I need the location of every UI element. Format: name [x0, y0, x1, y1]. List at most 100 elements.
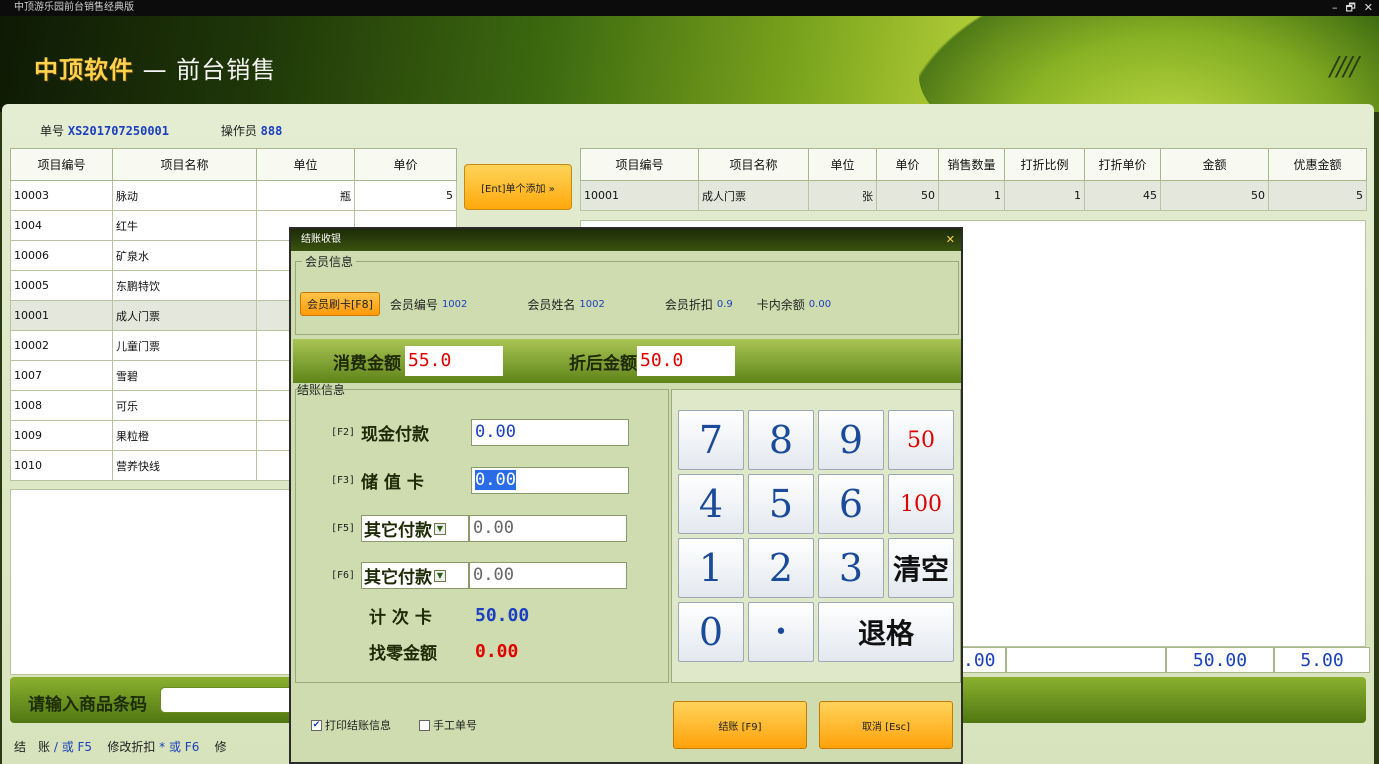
- other-pay-label-1: 其它付款: [364, 521, 432, 541]
- settle-hint: 结 账: [14, 740, 51, 754]
- member-swipe-button[interactable]: 会员刷卡[F8]: [300, 292, 380, 316]
- other-pay-input-2[interactable]: 0.00: [469, 562, 627, 589]
- col-header[interactable]: 销售数量: [938, 148, 1005, 181]
- col-header[interactable]: 金额: [1160, 148, 1269, 181]
- other-pay-row-2: [F6] 其它付款 ▼ 0.00: [331, 562, 627, 589]
- close-icon[interactable]: ✕: [1364, 0, 1373, 16]
- col-header[interactable]: 项目编号: [10, 148, 113, 181]
- count-card-label: 计 次 卡: [369, 608, 432, 628]
- key-0[interactable]: 0: [678, 602, 744, 662]
- banner-title: 中顶软件 — 前台销售: [34, 50, 276, 85]
- other-pay-label-2: 其它付款: [364, 568, 432, 588]
- col-header[interactable]: 打折单价: [1084, 148, 1161, 181]
- key-backspace[interactable]: 退格: [818, 602, 954, 662]
- cell: 1004: [10, 210, 113, 241]
- key-100[interactable]: 100: [888, 474, 954, 534]
- modify-hint: 修: [214, 740, 227, 754]
- cell: 5: [354, 180, 457, 211]
- cell: 雪碧: [112, 360, 257, 391]
- restore-icon[interactable]: 🗗: [1345, 0, 1355, 16]
- other-pay-select-1[interactable]: 其它付款 ▼: [361, 515, 469, 542]
- key-dot[interactable]: •: [748, 602, 814, 662]
- key-8[interactable]: 8: [748, 410, 814, 470]
- dialog-footer: ✔ 打印结账信息 手工单号 结账 [F9] 取消 [Esc]: [293, 685, 961, 761]
- other1-key: [F5]: [331, 523, 356, 534]
- member-info-group: 会员信息 会员刷卡[F8] 会员编号 1002 会员姓名 1002 会员折扣 0…: [295, 253, 959, 335]
- member-no-value: 1002: [441, 298, 468, 310]
- order-info: 单号 XS201707250001 操作员 888: [40, 122, 330, 139]
- cancel-button[interactable]: 取消 [Esc]: [819, 701, 953, 749]
- stored-card-input[interactable]: 0.00: [471, 467, 629, 494]
- key-clear[interactable]: 清空: [888, 538, 954, 598]
- change-value: 0.00: [475, 641, 519, 662]
- col-header[interactable]: 单价: [876, 148, 939, 181]
- col-header[interactable]: 单位: [256, 148, 355, 181]
- settle-hint-key: / 或 F5: [53, 740, 93, 754]
- key-1[interactable]: 1: [678, 538, 744, 598]
- col-header[interactable]: 项目名称: [698, 148, 809, 181]
- chevron-down-icon: ▼: [434, 522, 446, 535]
- cell: 50: [876, 180, 939, 211]
- table-row[interactable]: 10001 成人门票 张 50 1 1 45 50 5: [580, 180, 1367, 211]
- key-50[interactable]: 50: [888, 410, 954, 470]
- minimize-icon[interactable]: –: [1332, 0, 1338, 16]
- other-pay-select-2[interactable]: 其它付款 ▼: [361, 562, 469, 589]
- cash-label: 现金付款: [361, 425, 429, 445]
- cell: 10003: [10, 180, 113, 211]
- member-discount-label: 会员折扣: [664, 297, 713, 312]
- key-4[interactable]: 4: [678, 474, 744, 534]
- cash-input[interactable]: 0.00: [471, 419, 629, 446]
- cell: 瓶: [256, 180, 355, 211]
- stored-card-label: 储 值 卡: [361, 473, 424, 493]
- col-header[interactable]: 项目名称: [112, 148, 257, 181]
- totals-row: .00 50.00 5.00: [960, 647, 1370, 675]
- print-checkbox[interactable]: ✔ 打印结账信息: [311, 717, 391, 733]
- window-title: 中顶游乐园前台销售经典版: [14, 2, 134, 13]
- shortcut-hints: 结 账 / 或 F5 修改折扣 * 或 F6 修: [14, 738, 227, 755]
- amount-bar: 消费金额 55.0 折后金额 50.0: [293, 339, 961, 383]
- member-legend: 会员信息: [302, 253, 357, 270]
- manual-no-checkbox[interactable]: 手工单号: [419, 717, 477, 733]
- cash-pay-row: [F2] 现金付款 0.00: [331, 419, 629, 446]
- dialog-title: 结账收银: [301, 234, 341, 245]
- cell: 5: [1268, 180, 1367, 211]
- key-5[interactable]: 5: [748, 474, 814, 534]
- col-header[interactable]: 优惠金额: [1268, 148, 1367, 181]
- cell: 10001: [580, 180, 699, 211]
- consume-amount-label: 消费金额: [333, 353, 401, 374]
- key-6[interactable]: 6: [818, 474, 884, 534]
- after-discount-label: 折后金额: [569, 353, 637, 374]
- manual-no-label: 手工单号: [433, 719, 477, 732]
- table-row[interactable]: 10003 脉动瓶 5: [10, 180, 457, 211]
- col-header[interactable]: 单价: [354, 148, 457, 181]
- col-header[interactable]: 单位: [808, 148, 877, 181]
- cell: 果粒橙: [112, 420, 257, 451]
- key-9[interactable]: 9: [818, 410, 884, 470]
- stored-card-value: 0.00: [475, 470, 516, 490]
- checkbox-unchecked-icon: [419, 719, 430, 731]
- key-2[interactable]: 2: [748, 538, 814, 598]
- change-row: 找零金额 0.00: [369, 639, 518, 664]
- barcode-input[interactable]: [160, 687, 300, 713]
- dialog-close-icon[interactable]: ✕: [946, 229, 955, 251]
- confirm-settle-button[interactable]: 结账 [F9]: [673, 701, 807, 749]
- cell: 红牛: [112, 210, 257, 241]
- cell: 10006: [10, 240, 113, 271]
- discount-hint: 修改折扣: [107, 740, 156, 754]
- add-single-button[interactable]: [Ent]单个添加 »: [464, 164, 572, 210]
- total-qty: .00: [960, 647, 1006, 673]
- cell: 1008: [10, 390, 113, 421]
- col-header[interactable]: 打折比例: [1004, 148, 1085, 181]
- cell: 1009: [10, 420, 113, 451]
- cell: 1: [938, 180, 1005, 211]
- cell: 儿童门票: [112, 330, 257, 361]
- cell: 矿泉水: [112, 240, 257, 271]
- cell: 45: [1084, 180, 1161, 211]
- stored-card-row: [F3] 储 值 卡 0.00: [331, 467, 629, 494]
- cell: 1010: [10, 450, 113, 481]
- key-3[interactable]: 3: [818, 538, 884, 598]
- other-pay-input-1[interactable]: 0.00: [469, 515, 627, 542]
- cell: 可乐: [112, 390, 257, 421]
- key-7[interactable]: 7: [678, 410, 744, 470]
- col-header[interactable]: 项目编号: [580, 148, 699, 181]
